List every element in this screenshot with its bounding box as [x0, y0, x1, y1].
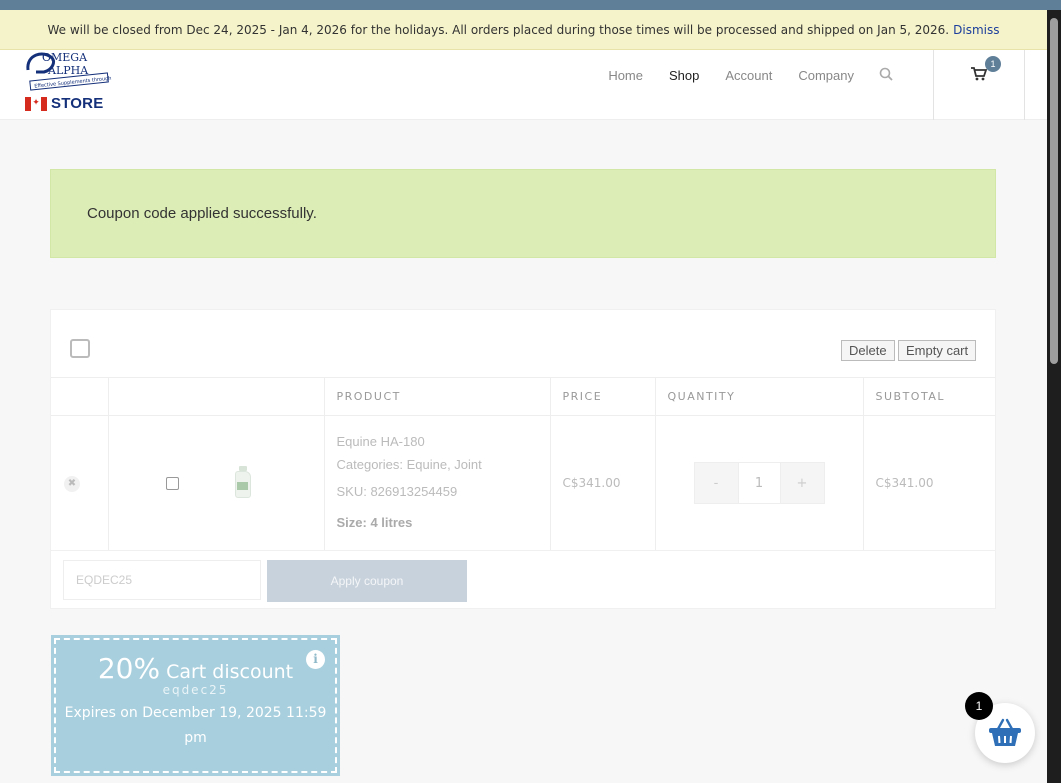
- item-subtotal: C$341.00: [875, 476, 934, 490]
- nav-home[interactable]: Home: [595, 68, 656, 83]
- col-quantity: QUANTITY: [655, 377, 864, 416]
- coupon-amount: 20%: [97, 652, 161, 685]
- cart-count-badge: 1: [985, 56, 1001, 72]
- empty-cart-button[interactable]: Empty cart: [898, 340, 977, 361]
- canada-flag-icon: ✦: [25, 96, 47, 111]
- col-thumb: [108, 377, 325, 416]
- floating-cart-count: 1: [965, 692, 993, 720]
- holiday-notice-text: We will be closed from Dec 24, 2025 - Ja…: [47, 22, 950, 37]
- product-categories: Categories: Equine, Joint: [337, 457, 550, 474]
- quantity-plus-button[interactable]: +: [780, 463, 824, 503]
- nav-account[interactable]: Account: [712, 68, 785, 83]
- col-subtotal: SUBTOTAL: [863, 377, 995, 416]
- item-price: C$341.00: [562, 476, 621, 490]
- coupon-row: EQDEC25 Apply coupon: [51, 550, 995, 610]
- logo-line1: OMEGA: [42, 51, 88, 64]
- table-row: ✖ Equine HA-180 Categories: Equine, Join…: [51, 415, 995, 551]
- product-size: Size: 4 litres: [336, 514, 413, 530]
- coupon-success-message: Coupon code applied successfully.: [50, 169, 996, 258]
- coupon-card[interactable]: 20% Cart discount eqdec25 Expires on Dece…: [51, 635, 340, 776]
- search-icon[interactable]: [867, 67, 907, 84]
- coupon-expiry: Expires on December 19, 2025 11:59 pm: [64, 705, 327, 746]
- dismiss-link[interactable]: Dismiss: [953, 23, 999, 37]
- item-checkbox[interactable]: [165, 476, 179, 490]
- product-sku: SKU: 826913254459: [336, 484, 458, 499]
- logo-store-text: STORE: [51, 95, 104, 112]
- col-price: PRICE: [550, 377, 656, 416]
- cart-icon: [971, 66, 988, 85]
- apply-coupon-button[interactable]: Apply coupon: [267, 560, 467, 602]
- col-remove: [51, 377, 109, 416]
- cart-table-header: PRODUCT PRICE QUANTITY SUBTOTAL: [51, 377, 995, 416]
- success-text: Coupon code applied successfully.: [87, 205, 317, 222]
- omega-alpha-logo-icon: OMEGA ALPHA Effective Supplements throug…: [26, 51, 133, 91]
- logo-store-row: ✦ STORE: [25, 95, 103, 112]
- header-cart[interactable]: 1: [933, 50, 1025, 120]
- page-scrollbar[interactable]: [1047, 10, 1061, 783]
- product-thumbnail[interactable]: [234, 466, 252, 500]
- categories-value[interactable]: Equine, Joint: [407, 457, 482, 472]
- categories-label: Categories:: [336, 457, 403, 473]
- select-all-checkbox[interactable]: [70, 339, 90, 358]
- quantity-stepper: - 1 +: [693, 462, 825, 504]
- site-header: OMEGA ALPHA Effective Supplements throug…: [0, 50, 1047, 120]
- info-icon[interactable]: i: [306, 650, 325, 669]
- nav-company[interactable]: Company: [785, 68, 867, 83]
- nav-shop[interactable]: Shop: [656, 68, 712, 83]
- coupon-heading: 20% Cart discount: [56, 652, 335, 685]
- holiday-notice: We will be closed from Dec 24, 2025 - Ja…: [0, 10, 1047, 50]
- top-stripe: [0, 0, 1061, 10]
- quantity-input[interactable]: 1: [737, 463, 781, 503]
- coupon-code-input[interactable]: EQDEC25: [63, 560, 261, 600]
- coupon-type: Cart discount: [166, 661, 294, 683]
- col-product: PRODUCT: [324, 377, 551, 416]
- main-nav: Home Shop Account Company: [595, 50, 907, 100]
- cart-table: PRODUCT PRICE QUANTITY SUBTOTAL ✖ Equine…: [51, 377, 995, 551]
- basket-icon: [989, 718, 1021, 746]
- coupon-code: eqdec25: [162, 683, 229, 697]
- product-name[interactable]: Equine HA-180: [337, 434, 550, 451]
- cart-panel: Delete Empty cart PRODUCT PRICE QUANTITY…: [50, 309, 996, 609]
- quantity-minus-button[interactable]: -: [694, 463, 738, 503]
- coupon-card-inner: 20% Cart discount eqdec25 Expires on Dece…: [54, 638, 337, 773]
- remove-item-icon[interactable]: ✖: [64, 475, 80, 492]
- scrollbar-thumb[interactable]: [1050, 18, 1058, 364]
- delete-button[interactable]: Delete: [841, 340, 895, 361]
